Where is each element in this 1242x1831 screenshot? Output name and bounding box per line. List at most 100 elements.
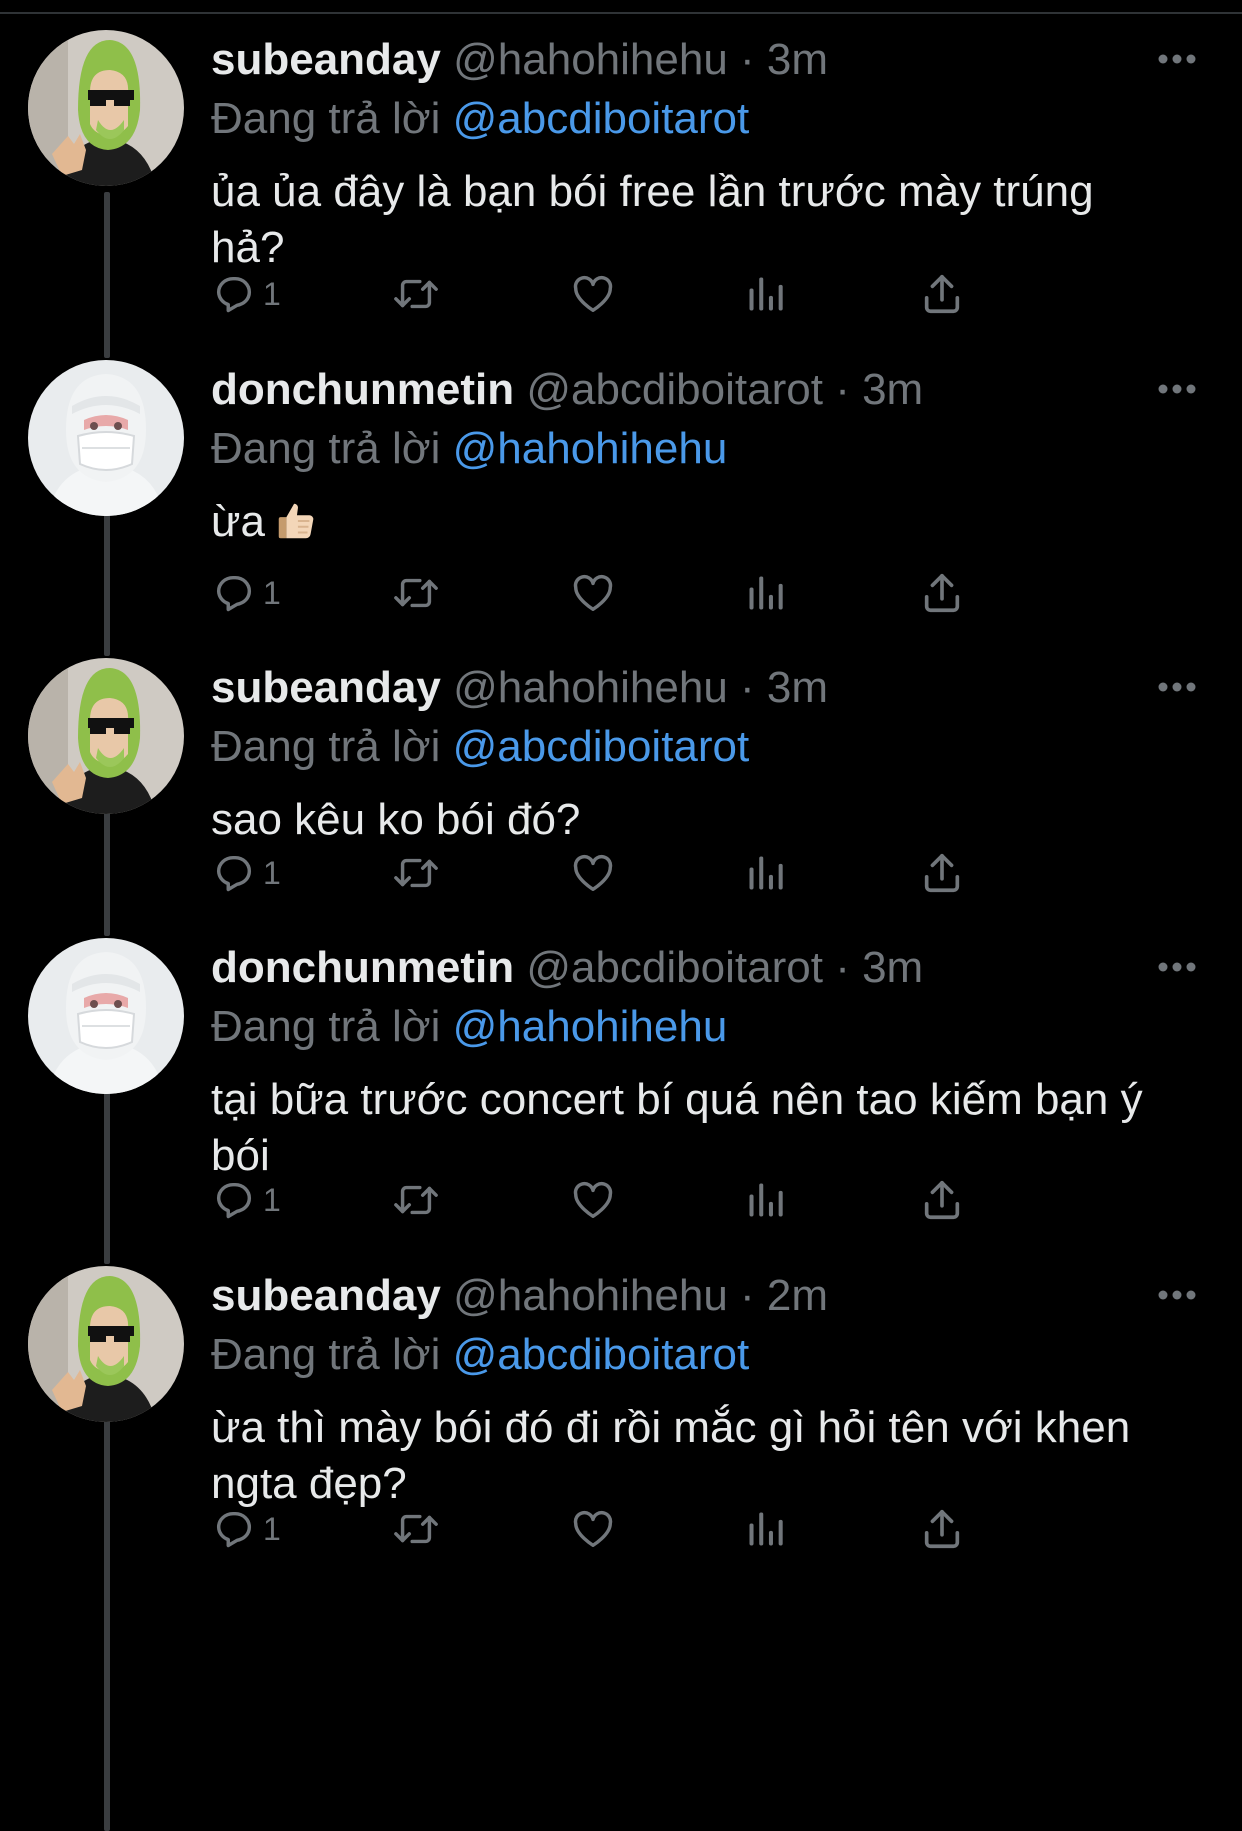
tweet-text: ừa: [211, 494, 1171, 550]
replying-to-mention[interactable]: @abcdiboitarot: [453, 722, 750, 771]
reply-icon: [211, 1177, 257, 1223]
replying-to-label: Đang trả lời: [211, 722, 441, 771]
user-avatar[interactable]: [28, 938, 184, 1094]
replying-to-mention[interactable]: @abcdiboitarot: [453, 94, 750, 143]
reply-button[interactable]: 1: [211, 1501, 281, 1557]
reply-button[interactable]: 1: [211, 266, 281, 322]
user-avatar[interactable]: [28, 30, 184, 186]
views-icon: [744, 1177, 788, 1223]
reply-count: 1: [263, 574, 281, 611]
like-button[interactable]: [569, 565, 617, 621]
display-name[interactable]: subeanday: [211, 1271, 441, 1320]
share-icon: [919, 1177, 965, 1223]
views-icon: [744, 271, 788, 317]
views-button[interactable]: [744, 845, 788, 901]
reply-count: 1: [263, 854, 281, 891]
retweet-icon: [391, 1177, 441, 1223]
user-handle[interactable]: @abcdiboitarot: [526, 365, 823, 414]
timestamp[interactable]: 2m: [767, 1271, 828, 1320]
replying-to-mention[interactable]: @hahohihehu: [453, 1002, 728, 1051]
more-icon[interactable]: [1156, 960, 1198, 974]
thumbs-up-emoji-icon: [265, 497, 319, 546]
reply-count: 1: [263, 275, 281, 312]
tweet-header: donchunmetin @abcdiboitarot · 3m: [211, 360, 1171, 420]
reply-button[interactable]: 1: [211, 1172, 281, 1228]
replying-to: Đang trả lời @abcdiboitarot: [211, 90, 1171, 148]
reply-icon: [211, 850, 257, 896]
share-button[interactable]: [919, 1172, 965, 1228]
retweet-button[interactable]: [391, 565, 441, 621]
tweet-text: ủa ủa đây là bạn bói free lần trước mày …: [211, 164, 1171, 276]
display-name[interactable]: donchunmetin: [211, 943, 514, 992]
tweet-header: subeanday @hahohihehu · 3m: [211, 30, 1171, 90]
retweet-button[interactable]: [391, 845, 441, 901]
like-icon: [569, 850, 617, 896]
like-button[interactable]: [569, 266, 617, 322]
tweet-text: sao kêu ko bói đó?: [211, 792, 1171, 848]
reply-button[interactable]: 1: [211, 565, 281, 621]
share-button[interactable]: [919, 565, 965, 621]
like-button[interactable]: [569, 1172, 617, 1228]
replying-to-mention[interactable]: @hahohihehu: [453, 424, 728, 473]
tweet-header: donchunmetin @abcdiboitarot · 3m: [211, 938, 1171, 998]
tweet-text: tại bữa trước concert bí quá nên tao kiế…: [211, 1072, 1171, 1184]
timestamp[interactable]: 3m: [767, 35, 828, 84]
user-handle[interactable]: @hahohihehu: [453, 663, 728, 712]
user-handle[interactable]: @hahohihehu: [453, 35, 728, 84]
user-avatar[interactable]: [28, 360, 184, 516]
views-button[interactable]: [744, 266, 788, 322]
share-icon: [919, 271, 965, 317]
tweet-actions: 1: [211, 845, 1111, 901]
share-button[interactable]: [919, 1501, 965, 1557]
views-button[interactable]: [744, 1172, 788, 1228]
separator-dot: ·: [835, 943, 850, 992]
tweet-body: ừa thì mày bói đó đi rồi mắc gì hỏi tên …: [211, 1403, 1143, 1508]
replying-to: Đang trả lời @abcdiboitarot: [211, 718, 1171, 776]
replying-to-label: Đang trả lời: [211, 1002, 441, 1051]
display-name[interactable]: subeanday: [211, 663, 441, 712]
replying-to: Đang trả lời @hahohihehu: [211, 420, 1171, 478]
reply-icon: [211, 271, 257, 317]
user-avatar[interactable]: [28, 1266, 184, 1422]
display-name[interactable]: subeanday: [211, 35, 441, 84]
more-icon[interactable]: [1156, 52, 1198, 66]
retweet-button[interactable]: [391, 1172, 441, 1228]
tweet-actions: 1: [211, 1501, 1111, 1557]
timestamp[interactable]: 3m: [862, 943, 923, 992]
reply-button[interactable]: 1: [211, 845, 281, 901]
retweet-icon: [391, 570, 441, 616]
more-icon[interactable]: [1156, 1288, 1198, 1302]
share-icon: [919, 850, 965, 896]
user-avatar[interactable]: [28, 658, 184, 814]
tweet-actions: 1: [211, 565, 1111, 621]
retweet-button[interactable]: [391, 266, 441, 322]
retweet-icon: [391, 850, 441, 896]
timestamp[interactable]: 3m: [862, 365, 923, 414]
share-button[interactable]: [919, 266, 965, 322]
replying-to-label: Đang trả lời: [211, 94, 441, 143]
separator-dot: ·: [740, 1271, 755, 1320]
views-button[interactable]: [744, 565, 788, 621]
like-icon: [569, 570, 617, 616]
tweet-content: subeanday @hahohihehu · 2m Đang trả lời @…: [211, 1266, 1171, 1512]
more-icon[interactable]: [1156, 680, 1198, 694]
views-icon: [744, 1506, 788, 1552]
user-handle[interactable]: @abcdiboitarot: [526, 943, 823, 992]
like-button[interactable]: [569, 1501, 617, 1557]
views-icon: [744, 570, 788, 616]
more-icon[interactable]: [1156, 382, 1198, 396]
like-button[interactable]: [569, 845, 617, 901]
tweet-body: sao kêu ko bói đó?: [211, 795, 581, 844]
views-button[interactable]: [744, 1501, 788, 1557]
tweet-actions: 1: [211, 266, 1111, 322]
separator-dot: ·: [740, 663, 755, 712]
share-icon: [919, 1506, 965, 1552]
top-divider: [0, 0, 1242, 14]
user-handle[interactable]: @hahohihehu: [453, 1271, 728, 1320]
tweet-body: ủa ủa đây là bạn bói free lần trước mày …: [211, 167, 1106, 272]
share-button[interactable]: [919, 845, 965, 901]
timestamp[interactable]: 3m: [767, 663, 828, 712]
replying-to-mention[interactable]: @abcdiboitarot: [453, 1330, 750, 1379]
retweet-button[interactable]: [391, 1501, 441, 1557]
display-name[interactable]: donchunmetin: [211, 365, 514, 414]
